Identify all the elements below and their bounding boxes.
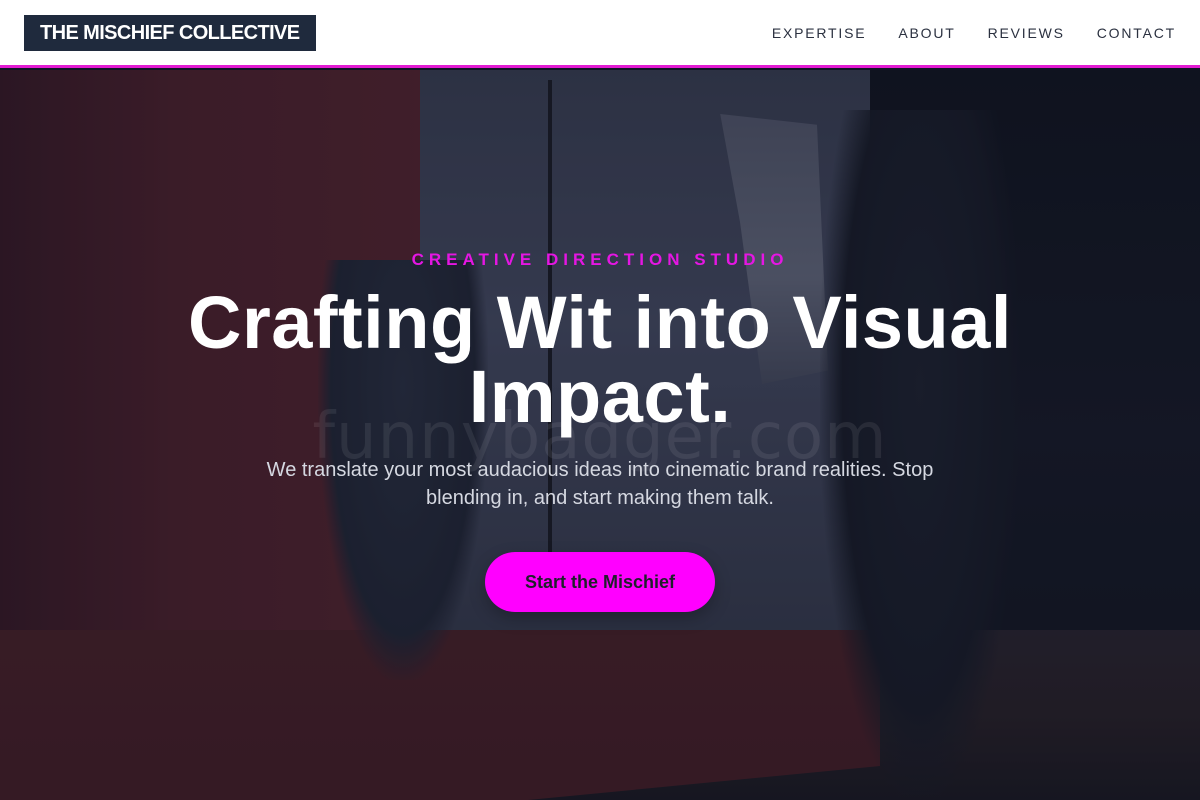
site-logo[interactable]: THE MISCHIEF COLLECTIVE <box>24 14 316 51</box>
hero-subtext: We translate your most audacious ideas i… <box>266 459 934 509</box>
nav-link-reviews[interactable]: REVIEWS <box>988 25 1065 41</box>
main-nav: EXPERTISE ABOUT REVIEWS CONTACT <box>772 25 1176 41</box>
hero-section: funnybadger.com CREATIVE DIRECTION STUDI… <box>0 70 1200 800</box>
hero-content: CREATIVE DIRECTION STUDIO Crafting Wit i… <box>0 70 1200 800</box>
site-header: THE MISCHIEF COLLECTIVE EXPERTISE ABOUT … <box>0 0 1200 68</box>
nav-link-about[interactable]: ABOUT <box>898 25 955 41</box>
hero-eyebrow: CREATIVE DIRECTION STUDIO <box>411 250 789 269</box>
start-mischief-button[interactable]: Start the Mischief <box>485 552 715 612</box>
hero-headline: Crafting Wit into Visual Impact. <box>188 281 1012 438</box>
nav-link-expertise[interactable]: EXPERTISE <box>772 25 867 41</box>
nav-link-contact[interactable]: CONTACT <box>1097 25 1176 41</box>
